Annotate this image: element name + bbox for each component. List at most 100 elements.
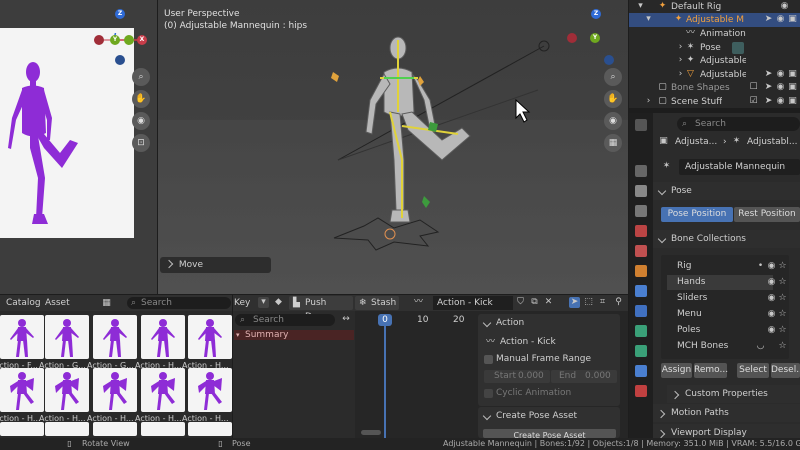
outliner-row-scene-stuff[interactable]: › ▢ Scene Stuff ☑ ➤ ◉ ▣ bbox=[629, 95, 800, 109]
playhead-line[interactable] bbox=[384, 326, 386, 438]
action-datablock-icon[interactable]: 〰 bbox=[413, 297, 424, 308]
main-gizmo-neg-z[interactable] bbox=[604, 55, 614, 65]
stash-button[interactable]: ❄ Stash bbox=[355, 296, 399, 310]
outliner-row-adjustable-m-2[interactable]: › ▽ Adjustable M ➤ ◉ ▣ bbox=[629, 68, 800, 82]
filter-funnel-icon[interactable]: ⚲ bbox=[613, 297, 624, 308]
lock-icon[interactable]: ⊡ bbox=[132, 134, 150, 152]
pose-position-button[interactable]: Pose Position bbox=[661, 207, 733, 222]
custom-properties-panel-header[interactable]: Custom Properties bbox=[667, 385, 800, 403]
eye-icon[interactable]: ◉ bbox=[775, 82, 786, 93]
select-arrow-icon[interactable]: ➤ bbox=[763, 82, 774, 93]
snap-icon[interactable]: ⌗ bbox=[597, 297, 608, 308]
gizmo-neg-y[interactable] bbox=[124, 35, 134, 45]
zoom-range-icon[interactable]: ↔ bbox=[339, 314, 353, 325]
main-camera-icon[interactable]: ◉ bbox=[604, 112, 622, 130]
bone-tab-icon[interactable] bbox=[635, 345, 647, 357]
select-arrow-icon[interactable]: ➤ bbox=[763, 14, 774, 25]
star-icon[interactable]: ☆ bbox=[777, 325, 788, 336]
outliner-row-default-rig[interactable]: ▾ ✦ Default Rig ◉ bbox=[629, 0, 800, 14]
push-down-button[interactable]: ▙ Push Down bbox=[289, 296, 353, 322]
main-gizmo-neg-x[interactable] bbox=[567, 33, 577, 43]
duplicate-icon[interactable]: ⧉ bbox=[529, 297, 540, 308]
action-editor[interactable]: Key ▾ ◆ ▙ Push Down ❄ Stash 〰 Action - K… bbox=[233, 295, 628, 438]
camera-render-icon[interactable]: ▣ bbox=[787, 69, 798, 80]
summary-channel[interactable]: ▾ Summary bbox=[234, 330, 354, 340]
main-gizmo-z[interactable]: Z bbox=[591, 9, 601, 19]
remove-button[interactable]: Remo... bbox=[694, 363, 728, 378]
hidden-eye-icon[interactable]: ◡ bbox=[755, 341, 766, 352]
eye-icon[interactable]: ◉ bbox=[766, 261, 777, 272]
eye-icon[interactable]: ◉ bbox=[775, 14, 786, 25]
horizontal-scrollbar[interactable] bbox=[361, 430, 381, 435]
output-tab-icon[interactable] bbox=[635, 185, 647, 197]
expand-arrow-icon[interactable]: ▾ bbox=[643, 14, 654, 25]
asset-thumbnail[interactable] bbox=[93, 368, 137, 412]
select-arrow-icon[interactable]: ➤ bbox=[569, 297, 580, 308]
asset-thumbnail[interactable] bbox=[188, 368, 232, 412]
create-pose-asset-button[interactable]: Create Pose Asset bbox=[483, 429, 616, 438]
expand-arrow-icon[interactable]: ▾ bbox=[236, 330, 240, 340]
asset-thumbnail[interactable] bbox=[141, 315, 185, 359]
select-arrow-icon[interactable]: ➤ bbox=[763, 69, 774, 80]
outliner-row-adjustable-m-1[interactable]: › ✦ Adjustable M bbox=[629, 54, 800, 68]
armature-name-field[interactable]: Adjustable Mannequin bbox=[679, 159, 800, 175]
asset-thumbnail[interactable] bbox=[93, 422, 137, 436]
asset-thumbnail[interactable] bbox=[0, 315, 44, 359]
bone-collection-sliders[interactable]: Sliders bbox=[673, 291, 779, 306]
rest-position-button[interactable]: Rest Position bbox=[734, 207, 800, 222]
gizmo-x[interactable]: X bbox=[137, 35, 147, 45]
dopesheet-area[interactable] bbox=[355, 311, 475, 438]
cyclic-animation-checkbox[interactable] bbox=[484, 389, 493, 398]
star-icon[interactable]: ☆ bbox=[777, 261, 788, 272]
chevron-right-icon[interactable]: › bbox=[643, 96, 654, 107]
camera-render-icon[interactable]: ▣ bbox=[787, 82, 798, 93]
eye-icon[interactable]: ◉ bbox=[779, 1, 790, 12]
asset-thumbnail[interactable] bbox=[45, 368, 89, 412]
bone-collections-panel-header[interactable]: Bone Collections bbox=[653, 230, 800, 248]
zoom-icon[interactable]: ⌕ bbox=[132, 68, 150, 86]
bone-collection-poles[interactable]: Poles bbox=[673, 323, 779, 338]
camera-render-icon[interactable]: ▣ bbox=[787, 14, 798, 25]
gizmo[interactable]: Y X bbox=[94, 33, 147, 47]
outliner-row-pose[interactable]: › ✶ Pose bbox=[629, 41, 800, 55]
asset-thumbnail[interactable] bbox=[45, 315, 89, 359]
eye-icon[interactable]: ◉ bbox=[766, 325, 777, 336]
gizmo-neg-z[interactable] bbox=[115, 55, 125, 65]
eye-icon[interactable]: ◉ bbox=[775, 69, 786, 80]
current-frame-indicator[interactable]: 0 bbox=[378, 314, 392, 326]
eye-icon[interactable]: ◉ bbox=[775, 96, 786, 107]
asset-thumbnail[interactable] bbox=[188, 422, 232, 436]
render-tab-icon[interactable] bbox=[635, 165, 647, 177]
keyframe-icon[interactable]: ◆ bbox=[273, 297, 284, 308]
properties-search-input[interactable]: ⌕ Search bbox=[677, 117, 800, 131]
outliner-row-animation[interactable]: 〰 Animation bbox=[629, 27, 800, 41]
star-icon[interactable]: ☆ bbox=[777, 309, 788, 320]
outliner[interactable]: ▾ ✦ Default Rig ◉ ▾ ✦ Adjustable Man ➤ ◉… bbox=[629, 0, 800, 108]
main-viewport[interactable]: User Perspective (0) Adjustable Mannequi… bbox=[158, 0, 628, 294]
outliner-row-adjustable-man[interactable]: ▾ ✦ Adjustable Man ➤ ◉ ▣ bbox=[629, 13, 800, 27]
display-grid-icon[interactable]: ▦ bbox=[101, 298, 112, 309]
asset-thumbnail[interactable] bbox=[141, 422, 185, 436]
gizmo-z[interactable]: Z bbox=[115, 9, 125, 19]
motion-paths-panel-header[interactable]: Motion Paths bbox=[653, 404, 800, 422]
texture-tab-icon[interactable] bbox=[635, 385, 647, 397]
asset-menu[interactable]: Asset bbox=[45, 298, 70, 308]
asset-thumbnail[interactable] bbox=[93, 315, 137, 359]
main-hand-pan-icon[interactable]: ✋ bbox=[604, 90, 622, 108]
gizmo-neg-x[interactable] bbox=[94, 35, 104, 45]
scene-tab-icon[interactable] bbox=[635, 225, 647, 237]
physics-tab-icon[interactable] bbox=[635, 305, 647, 317]
close-icon[interactable]: ✕ bbox=[543, 297, 554, 308]
eye-icon[interactable]: ◉ bbox=[766, 309, 777, 320]
bone-collection-hands[interactable]: Hands bbox=[667, 275, 773, 290]
constraint-tab-icon[interactable] bbox=[635, 365, 647, 377]
asset-thumbnail[interactable] bbox=[188, 315, 232, 359]
bone-collection-menu[interactable]: Menu bbox=[673, 307, 779, 322]
tool-tab-icon[interactable] bbox=[635, 119, 647, 131]
asset-thumbnail[interactable] bbox=[0, 422, 44, 436]
frame-selected-icon[interactable]: ⬚ bbox=[583, 297, 594, 308]
star-icon[interactable]: ☆ bbox=[777, 277, 788, 288]
gizmo-y[interactable]: Y bbox=[110, 35, 120, 45]
hand-pan-icon[interactable]: ✋ bbox=[132, 90, 150, 108]
camera-render-icon[interactable]: ▣ bbox=[787, 96, 798, 107]
